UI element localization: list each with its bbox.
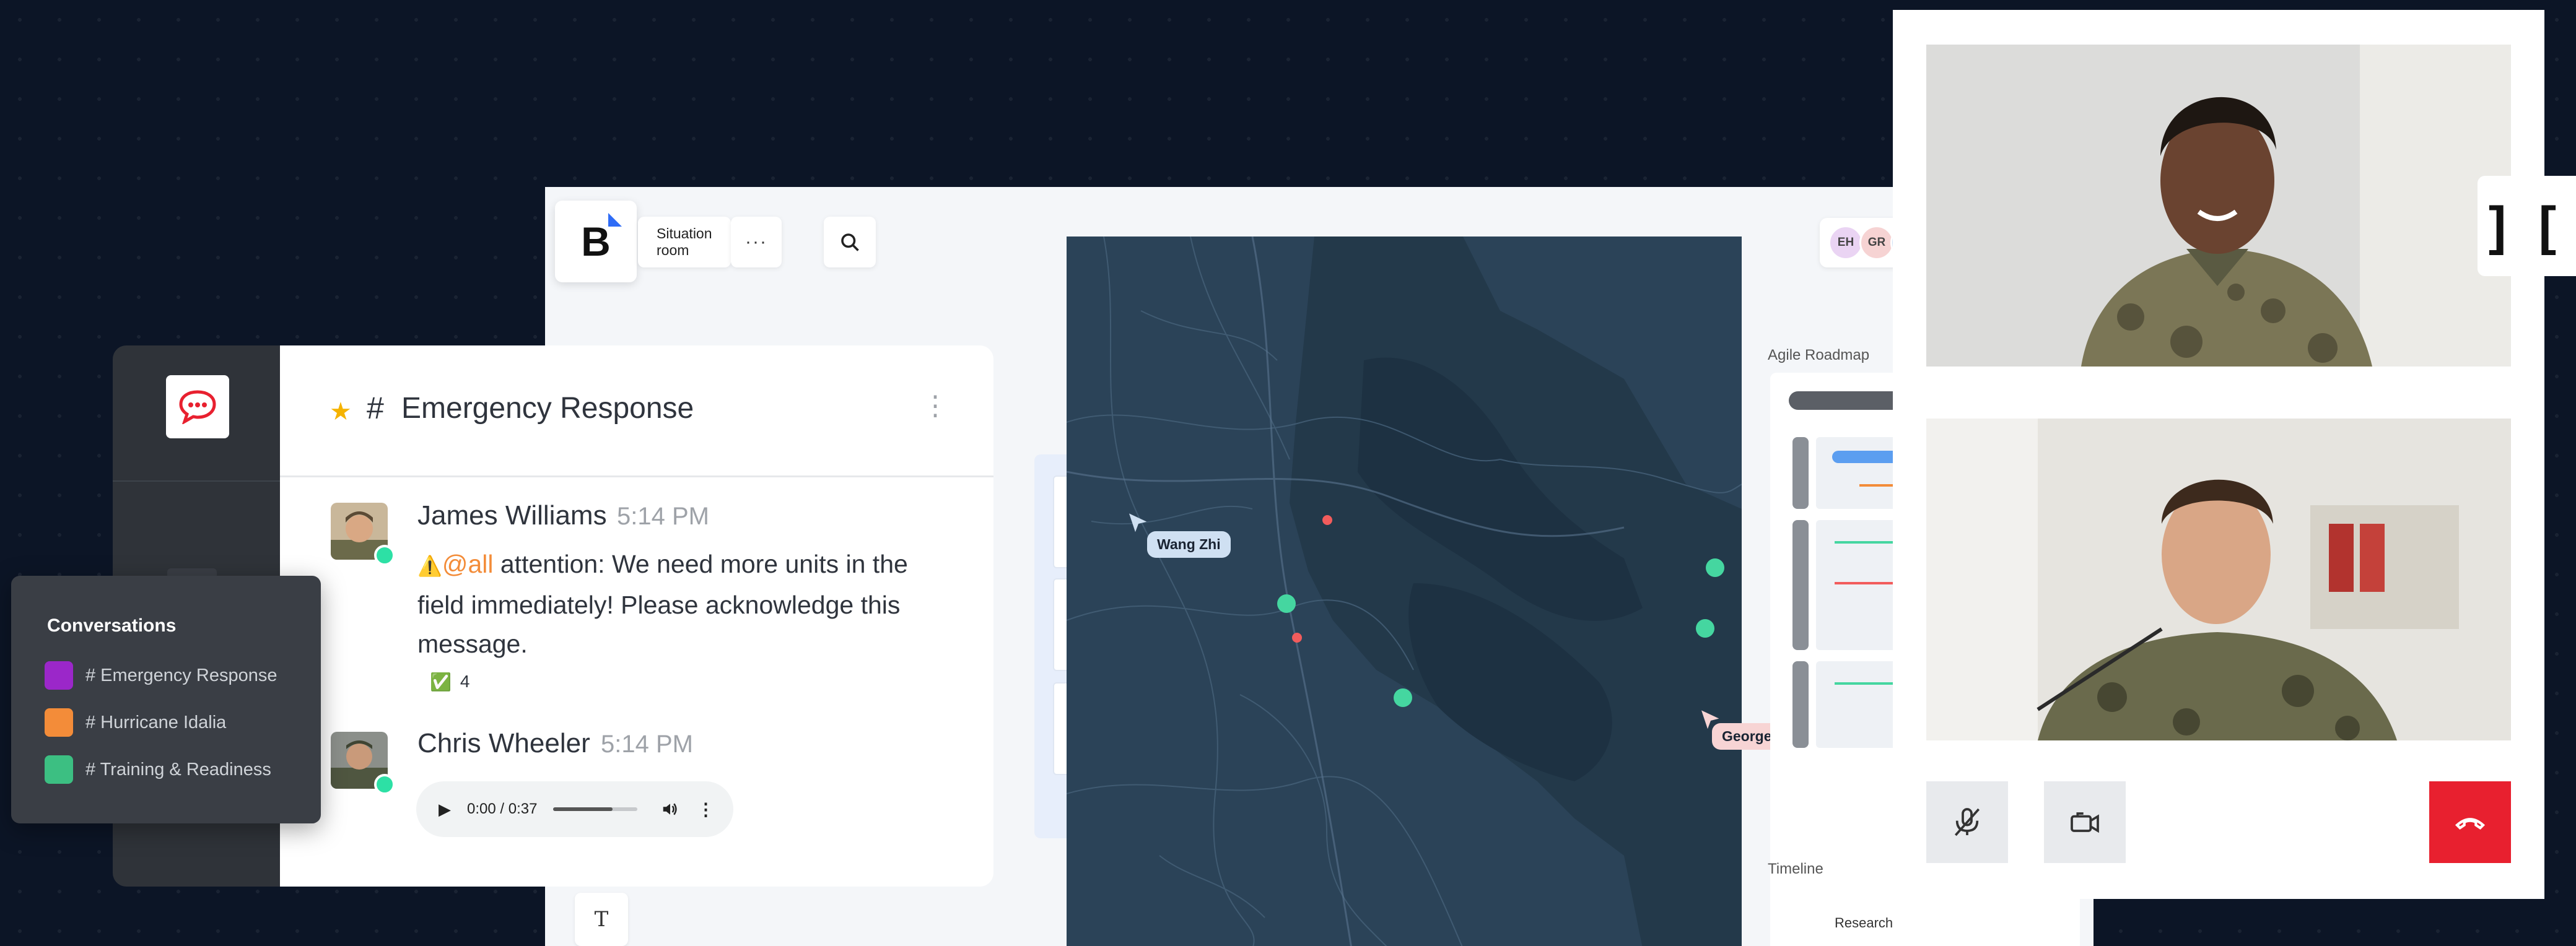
timeline-title: Timeline	[1768, 861, 1823, 877]
audio-time: 0:00 / 0:37	[467, 801, 538, 817]
conversation-item[interactable]: # Emergency Response	[45, 660, 277, 691]
map-marker-green[interactable]	[1394, 688, 1412, 707]
channel-color-swatch	[45, 661, 73, 690]
hangup-icon	[2455, 818, 2486, 830]
map-marker-green[interactable]	[1277, 594, 1296, 613]
mention-all[interactable]: @all	[442, 550, 494, 578]
participant-video[interactable]	[1926, 45, 2511, 367]
audio-player[interactable]: ▶ 0:00 / 0:37 ⋮	[416, 781, 733, 837]
message-author[interactable]: Chris Wheeler	[417, 728, 590, 759]
text-tool-button[interactable]: T	[575, 893, 628, 946]
mute-button[interactable]	[1926, 781, 2008, 863]
star-icon[interactable]: ★	[330, 397, 352, 426]
hangup-button[interactable]	[2429, 781, 2511, 863]
channel-color-swatch	[45, 755, 73, 784]
map-graphic	[1067, 236, 1742, 946]
roadmap-title: Agile Roadmap	[1768, 347, 1870, 363]
chat-logo-icon	[179, 390, 216, 424]
timeline-item: Research	[1835, 915, 1893, 931]
cursor-label-wang-zhi: Wang Zhi	[1147, 531, 1231, 558]
reaction-badge[interactable]: ✅ 4	[420, 666, 480, 697]
sidebar-divider	[113, 480, 281, 482]
map-marker-red[interactable]	[1322, 515, 1332, 525]
reaction-count: 4	[460, 672, 470, 691]
kebab-menu-icon[interactable]: ⋮	[922, 390, 949, 422]
conversations-panel: Conversations # Emergency Response # Hur…	[11, 576, 321, 823]
message-body: ⚠️@all attention: We need more units in …	[417, 545, 950, 664]
channel-hash-icon: #	[367, 391, 384, 425]
audio-seek-fill	[553, 807, 613, 811]
chat-room: ★ # Emergency Response ⋮ James Williams …	[280, 345, 993, 887]
conversations-title: Conversations	[47, 615, 177, 636]
online-status-icon	[374, 774, 395, 795]
conversation-label: # Hurricane Idalia	[85, 712, 227, 732]
map-marker-green[interactable]	[1696, 619, 1714, 638]
camera-button[interactable]	[2044, 781, 2126, 863]
conversation-item[interactable]: # Hurricane Idalia	[45, 707, 226, 738]
channel-color-swatch	[45, 708, 73, 737]
map[interactable]: Wang Zhi	[1067, 236, 1742, 946]
roadmap-row-handle	[1792, 437, 1809, 509]
warning-icon: ⚠️	[417, 555, 442, 577]
search-button[interactable]	[824, 217, 876, 267]
room-title: Emergency Response	[401, 392, 694, 425]
message-time: 5:14 PM	[617, 503, 709, 530]
audio-more-icon[interactable]: ⋮	[697, 799, 714, 820]
check-emoji-icon: ✅	[430, 672, 452, 692]
play-icon[interactable]: ▶	[439, 800, 451, 819]
roadmap-row-handle	[1792, 661, 1809, 748]
participant-photo	[1926, 45, 2511, 367]
ellipsis-icon: ···	[745, 232, 767, 252]
map-marker-green[interactable]	[1706, 558, 1724, 577]
participant-video[interactable]	[1926, 419, 2511, 740]
volume-icon[interactable]	[661, 800, 679, 818]
conversation-item[interactable]: # Training & Readiness	[45, 754, 271, 785]
avatar[interactable]: GR	[1859, 225, 1894, 260]
timeline-panel[interactable]: Research	[1770, 893, 2080, 946]
video-call-panel	[1893, 10, 2544, 899]
audio-seek-bar[interactable]	[553, 807, 638, 811]
video-dock-handle[interactable]: ] [	[2478, 176, 2576, 276]
chat-app-logo[interactable]	[166, 375, 229, 438]
online-status-icon	[374, 545, 395, 566]
message-time: 5:14 PM	[601, 731, 693, 758]
room-more-button[interactable]: ···	[731, 217, 782, 267]
search-icon	[841, 233, 859, 251]
conversation-label: # Training & Readiness	[85, 759, 271, 779]
mic-off-icon	[1954, 808, 1980, 836]
message-author[interactable]: James Williams	[417, 500, 607, 531]
cursor-icon	[1129, 513, 1147, 532]
avatar[interactable]: EH	[1828, 225, 1863, 260]
app-logo[interactable]: B	[555, 201, 637, 282]
participant-photo	[1926, 419, 2511, 740]
map-marker-red[interactable]	[1292, 633, 1302, 643]
roadmap-row-handle	[1792, 520, 1809, 650]
room-header: ★ # Emergency Response ⋮	[280, 345, 993, 477]
camera-off-icon	[2071, 812, 2099, 833]
conversation-label: # Emergency Response	[85, 665, 277, 685]
text-tool-icon: T	[594, 907, 609, 932]
room-name[interactable]: Situation room	[638, 217, 731, 267]
